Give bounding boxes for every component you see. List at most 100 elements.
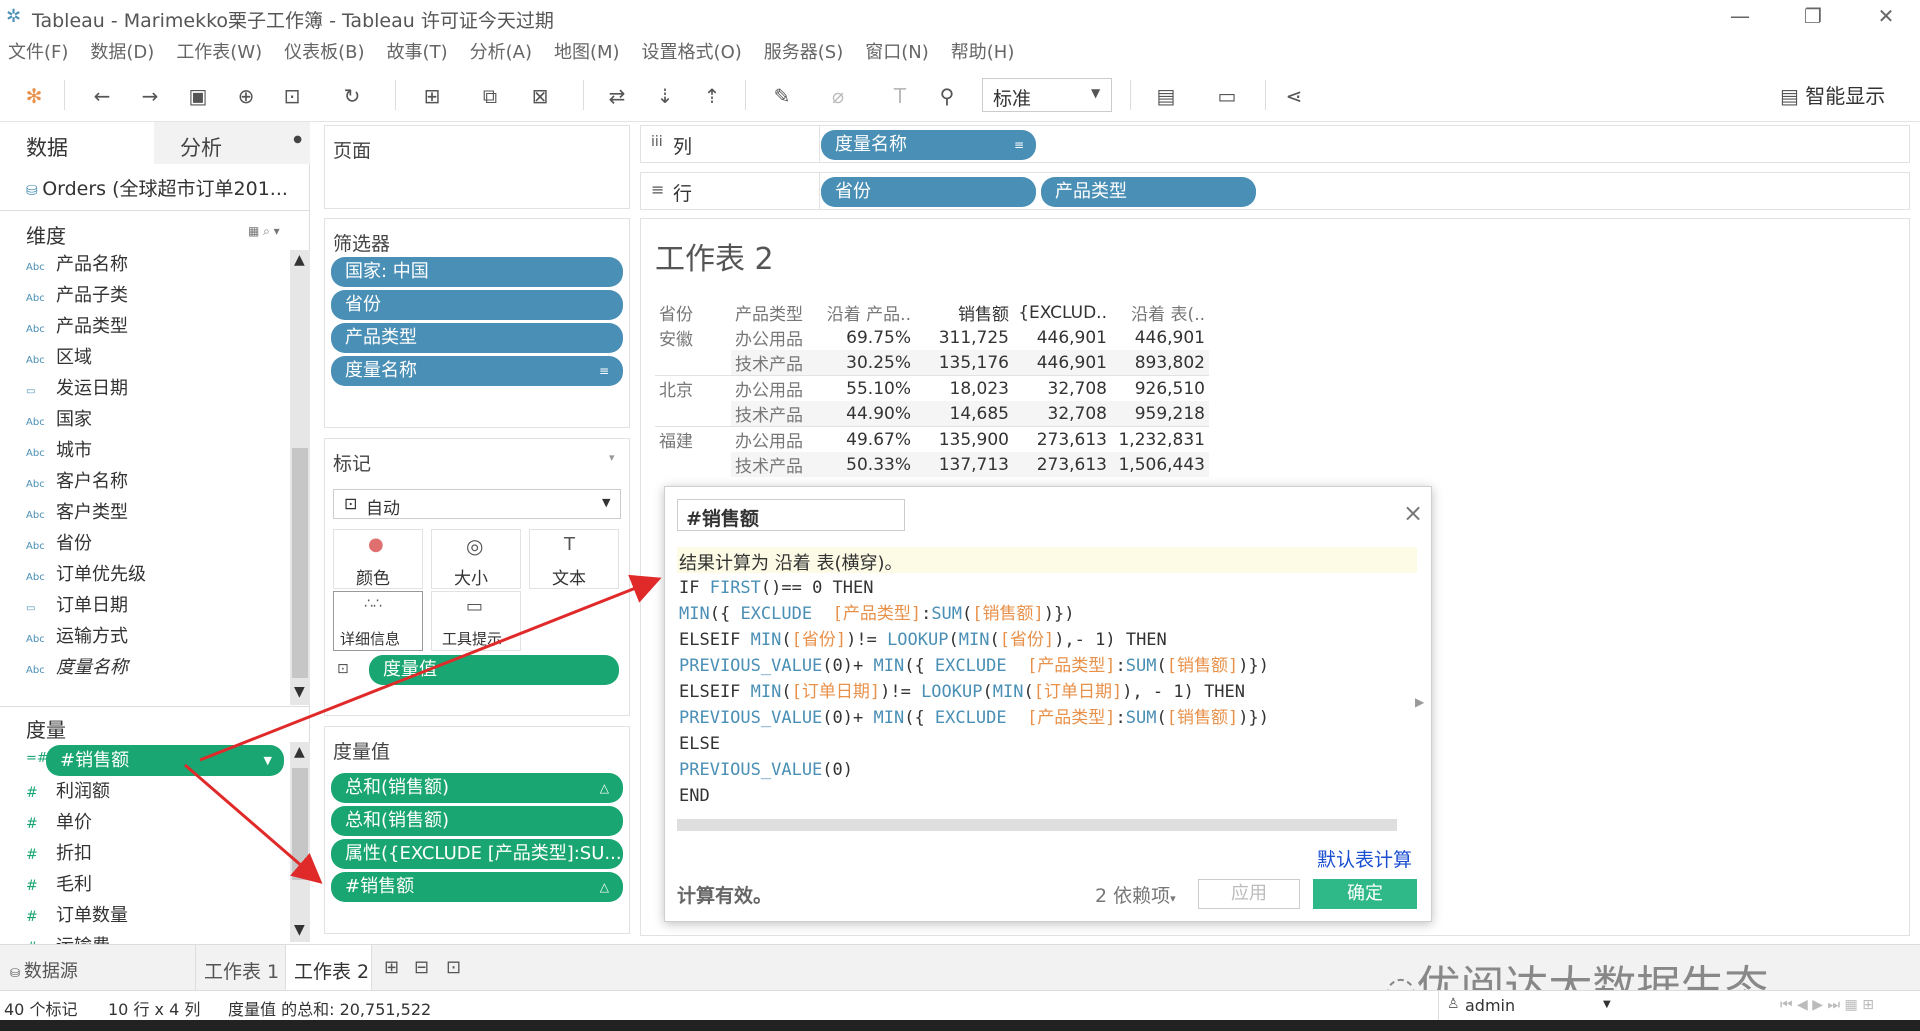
labels-icon[interactable]: T bbox=[888, 84, 912, 108]
new-datasource-icon[interactable]: ⊕ bbox=[234, 84, 258, 108]
menu-item-6[interactable]: 地图(M) bbox=[554, 42, 620, 63]
calc-name-field[interactable]: #销售额 bbox=[677, 499, 905, 531]
new-story-icon[interactable]: ⊡ bbox=[446, 957, 461, 978]
mark-type-select[interactable]: ⊡ 自动 ▼ bbox=[333, 489, 621, 519]
scroll-thumb[interactable] bbox=[292, 768, 308, 880]
fit-select[interactable]: 标准 ▼ bbox=[982, 78, 1112, 112]
scroll-down-icon[interactable]: ▼ bbox=[294, 922, 305, 938]
apply-button[interactable]: 应用 bbox=[1198, 879, 1300, 909]
filter-pill[interactable]: 度量名称 ≡ bbox=[331, 356, 623, 386]
dimension-item[interactable]: Abc 度量名称 bbox=[26, 652, 128, 683]
smart-display-button[interactable]: ▤ 智能显示 bbox=[1780, 80, 1885, 109]
marks-detail-button[interactable]: ∴∴ 详细信息 bbox=[333, 591, 423, 651]
scroll-up-icon[interactable]: ▲ bbox=[294, 744, 305, 760]
measure-value-pill[interactable]: 总和(销售额) △ bbox=[331, 773, 623, 803]
filter-pill[interactable]: 产品类型 bbox=[331, 323, 623, 353]
marks-measure-values-pill[interactable]: 度量值 bbox=[369, 655, 619, 685]
rows-pill-province[interactable]: 省份 bbox=[821, 177, 1036, 207]
restore-button[interactable]: ❐ bbox=[1793, 4, 1833, 28]
measure-value-pill[interactable]: #销售额 △ bbox=[331, 872, 623, 902]
share-icon[interactable]: ⋖ bbox=[1282, 84, 1306, 108]
marks-color-button[interactable]: ● 颜色 bbox=[333, 529, 423, 589]
scroll-up-icon[interactable]: ▲ bbox=[294, 252, 305, 268]
save-icon[interactable]: ▣ bbox=[186, 84, 210, 108]
menu-item-10[interactable]: 帮助(H) bbox=[951, 42, 1015, 63]
dimension-item[interactable]: Abc 产品子类 bbox=[26, 280, 128, 311]
clear-sheet-icon[interactable]: ⊠ bbox=[528, 84, 552, 108]
measure-sales-calc-pill[interactable]: #销售额 ▼ bbox=[46, 745, 284, 776]
presentation-mode-icon[interactable]: ▭ bbox=[1215, 84, 1239, 108]
pin-axes-icon[interactable]: ⚲ bbox=[935, 84, 959, 108]
dimension-item[interactable]: Abc 运输方式 bbox=[26, 621, 128, 652]
dimension-item[interactable]: Abc 产品名称 bbox=[26, 249, 128, 280]
sheet-tab-1[interactable]: 工作表 1 bbox=[196, 945, 286, 991]
user-menu[interactable]: ♙ admin ▼ bbox=[1438, 991, 1618, 1021]
calc-formula-editor[interactable]: IF FIRST()== 0 THEN MIN({ EXCLUDE [产品类型]… bbox=[679, 575, 1409, 815]
minimize-button[interactable]: — bbox=[1720, 4, 1760, 28]
columns-pill-measure-names[interactable]: 度量名称 ≡ bbox=[821, 130, 1036, 160]
dimension-item[interactable]: Abc 区域 bbox=[26, 342, 92, 373]
marks-tooltip-button[interactable]: ▭ 工具提示 bbox=[431, 591, 521, 651]
menu-item-4[interactable]: 故事(T) bbox=[387, 42, 448, 63]
dimension-item[interactable]: Abc 订单优先级 bbox=[26, 559, 146, 590]
measure-item[interactable]: # 单价 bbox=[26, 807, 92, 838]
expand-functions-icon[interactable]: ▶ bbox=[1415, 695, 1424, 709]
measures-scrollbar[interactable]: ▲ ▼ bbox=[290, 742, 310, 942]
crosstab-header[interactable]: 沿着 产品.. bbox=[817, 300, 915, 325]
crosstab-header[interactable]: {EXCLUD.. bbox=[1013, 300, 1111, 325]
rows-pill-product-type[interactable]: 产品类型 bbox=[1041, 177, 1256, 207]
sheet-nav-icons[interactable]: ⏮ ◀ ▶ ⏭ ▦ ⊞ bbox=[1780, 997, 1874, 1013]
datasource-tab[interactable]: ⛁ 数据源 bbox=[0, 945, 196, 991]
tab-analysis[interactable]: 分析 ● bbox=[154, 122, 310, 164]
datasource-item[interactable]: ⛁ Orders (全球超市订单201... bbox=[26, 174, 288, 201]
new-dashboard-icon[interactable]: ⊟ bbox=[414, 957, 429, 978]
dimensions-menu-icon[interactable]: ▦ ⌕ ▾ bbox=[248, 224, 280, 239]
scroll-down-icon[interactable]: ▼ bbox=[294, 684, 305, 700]
new-worksheet-icon[interactable]: ⊞ bbox=[420, 84, 444, 108]
formula-hscrollbar[interactable] bbox=[677, 819, 1397, 831]
redo-icon[interactable]: → bbox=[138, 84, 162, 108]
measure-selected[interactable]: =# #销售额 ▼ bbox=[26, 745, 286, 776]
filter-pill[interactable]: 国家: 中国 bbox=[331, 257, 623, 287]
dimension-item[interactable]: Abc 城市 bbox=[26, 435, 92, 466]
menu-item-9[interactable]: 窗口(N) bbox=[865, 42, 929, 63]
sheet-tab-2[interactable]: 工作表 2 bbox=[286, 945, 372, 991]
refresh-icon[interactable]: ↻ bbox=[340, 84, 364, 108]
measure-value-pill[interactable]: 属性({EXCLUDE [产品类型]:SU... bbox=[331, 839, 623, 869]
sort-descending-icon[interactable]: ⇡ bbox=[700, 84, 724, 108]
pause-updates-icon[interactable]: ⊡ bbox=[280, 84, 304, 108]
dimension-item[interactable]: Abc 产品类型 bbox=[26, 311, 128, 342]
default-table-calc-link[interactable]: 默认表计算 bbox=[1317, 845, 1412, 872]
measure-item[interactable]: # 订单数量 bbox=[26, 900, 128, 931]
show-cards-icon[interactable]: ▤ bbox=[1154, 84, 1178, 108]
swap-rows-columns-icon[interactable]: ⇄ bbox=[605, 84, 629, 108]
dimension-item[interactable]: Abc 客户名称 bbox=[26, 466, 128, 497]
filter-pill[interactable]: 省份 bbox=[331, 290, 623, 320]
dimension-item[interactable]: Abc 客户类型 bbox=[26, 497, 128, 528]
dimensions-scrollbar[interactable]: ▲ ▼ bbox=[290, 250, 310, 705]
menu-item-8[interactable]: 服务器(S) bbox=[764, 42, 843, 63]
new-worksheet-icon[interactable]: ⊞ bbox=[384, 957, 399, 978]
menu-item-7[interactable]: 设置格式(O) bbox=[642, 42, 742, 63]
crosstab-header[interactable]: 销售额 bbox=[915, 300, 1013, 325]
undo-icon[interactable]: ← bbox=[90, 84, 114, 108]
dimension-item[interactable]: Abc 省份 bbox=[26, 528, 92, 559]
dimension-item[interactable]: ▭ 订单日期 bbox=[26, 590, 128, 621]
crosstab-header[interactable]: 产品类型 bbox=[731, 300, 817, 325]
measure-value-pill[interactable]: 总和(销售额) bbox=[331, 806, 623, 836]
dimension-item[interactable]: ▭ 发运日期 bbox=[26, 373, 128, 404]
tableau-home-icon[interactable]: ✻ bbox=[22, 84, 46, 108]
menu-item-5[interactable]: 分析(A) bbox=[470, 42, 532, 63]
duplicate-sheet-icon[interactable]: ⧉ bbox=[478, 84, 502, 108]
measure-item[interactable]: # 毛利 bbox=[26, 869, 92, 900]
marks-size-button[interactable]: ◎ 大小 bbox=[431, 529, 521, 589]
scroll-thumb[interactable] bbox=[292, 448, 308, 678]
tab-data[interactable]: 数据 bbox=[0, 122, 152, 164]
menu-item-0[interactable]: 文件(F) bbox=[8, 42, 68, 63]
highlight-icon[interactable]: ✎ bbox=[770, 84, 794, 108]
dialog-close-icon[interactable]: × bbox=[1403, 499, 1423, 527]
crosstab-header[interactable]: 省份 bbox=[655, 300, 731, 325]
measure-item[interactable]: # 折扣 bbox=[26, 838, 92, 869]
group-icon[interactable]: ⌀ bbox=[826, 84, 850, 108]
ok-button[interactable]: 确定 bbox=[1313, 879, 1417, 909]
